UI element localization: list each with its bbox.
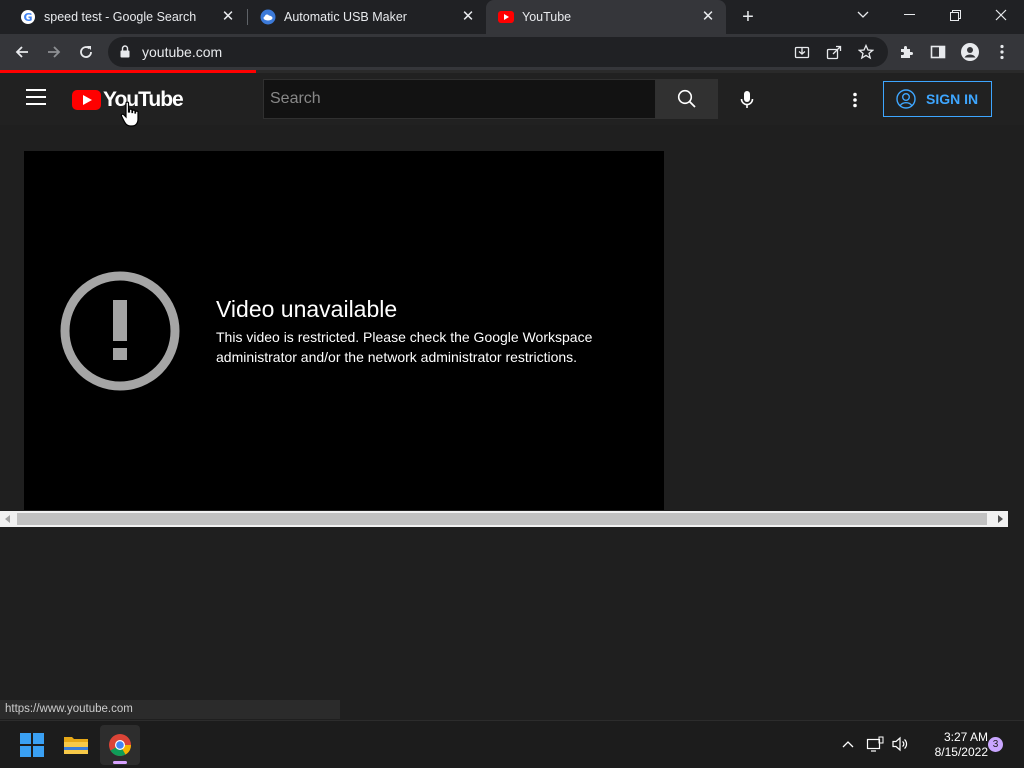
- new-tab-button[interactable]: +: [736, 5, 760, 29]
- system-clock[interactable]: 3:27 AM 8/15/2022: [912, 730, 988, 760]
- network-icon[interactable]: [864, 733, 886, 755]
- tab-automatic-usb-maker[interactable]: Automatic USB Maker ✕: [240, 0, 486, 34]
- status-bubble-url: https://www.youtube.com: [0, 700, 340, 719]
- video-player[interactable]: Video unavailable This video is restrict…: [24, 151, 664, 510]
- error-message: This video is restricted. Please check t…: [216, 329, 593, 365]
- search-input[interactable]: [264, 80, 655, 118]
- cloud-icon: [260, 9, 276, 25]
- close-tab-icon[interactable]: ✕: [700, 9, 716, 25]
- sign-in-label: SIGN IN: [926, 91, 979, 107]
- browser-menu-icon[interactable]: [988, 38, 1016, 66]
- start-button[interactable]: [12, 725, 52, 765]
- side-panel-icon[interactable]: [924, 38, 952, 66]
- clock-time: 3:27 AM: [943, 730, 988, 744]
- search-box[interactable]: [263, 79, 656, 119]
- close-tab-icon[interactable]: ✕: [220, 9, 236, 25]
- sign-in-button[interactable]: SIGN IN: [883, 81, 992, 117]
- tab-title: YouTube: [522, 10, 572, 24]
- guide-menu-icon[interactable]: [26, 89, 46, 109]
- lock-icon[interactable]: [120, 45, 130, 63]
- restore-icon[interactable]: [932, 0, 978, 30]
- scroll-left-icon[interactable]: [0, 511, 16, 527]
- clock-date: 8/15/2022: [934, 745, 988, 759]
- share-icon[interactable]: [824, 42, 844, 62]
- search-icon: [677, 89, 696, 108]
- folder-icon: [64, 737, 88, 754]
- url-text[interactable]: youtube.com: [142, 44, 222, 60]
- horizontal-scrollbar[interactable]: [0, 511, 1008, 527]
- bookmark-star-icon[interactable]: [856, 42, 876, 62]
- tab-title: Automatic USB Maker: [284, 10, 407, 24]
- tab-youtube[interactable]: YouTube ✕: [486, 0, 726, 34]
- address-bar[interactable]: youtube.com: [108, 37, 888, 67]
- scroll-right-icon[interactable]: [992, 511, 1008, 527]
- chrome-icon: [109, 734, 131, 756]
- chrome-taskbar-button[interactable]: [100, 725, 140, 765]
- youtube-icon: [498, 9, 514, 25]
- youtube-play-icon: [72, 90, 101, 110]
- windows-logo-icon: [20, 733, 44, 757]
- settings-menu-icon[interactable]: [843, 86, 867, 114]
- tab-google-search[interactable]: G speed test - Google Search ✕: [0, 0, 246, 34]
- minimize-icon[interactable]: [886, 0, 932, 30]
- error-title: Video unavailable: [216, 296, 398, 322]
- voice-search-icon[interactable]: [733, 86, 761, 114]
- notification-badge[interactable]: 3: [988, 737, 1003, 752]
- windows-taskbar: 3:27 AM 8/15/2022 3: [0, 720, 1024, 768]
- tab-search-icon[interactable]: [840, 0, 886, 30]
- tab-strip: G speed test - Google Search ✕ Automatic…: [0, 0, 1024, 34]
- svg-text:G: G: [23, 11, 32, 24]
- extensions-icon[interactable]: [892, 38, 920, 66]
- volume-icon[interactable]: [889, 733, 911, 755]
- close-window-icon[interactable]: [978, 0, 1024, 30]
- browser-toolbar: youtube.com: [0, 34, 1024, 70]
- back-icon[interactable]: [8, 38, 36, 66]
- close-tab-icon[interactable]: ✕: [460, 9, 476, 25]
- forward-icon[interactable]: [40, 38, 68, 66]
- search-button[interactable]: [656, 79, 718, 119]
- install-icon[interactable]: [792, 42, 812, 62]
- google-icon: G: [20, 9, 36, 25]
- alert-icon: [60, 271, 180, 391]
- hand-cursor-icon: [120, 101, 139, 127]
- youtube-masthead: YouTube SIGN IN: [0, 73, 1024, 125]
- tab-title: speed test - Google Search: [44, 10, 197, 24]
- active-app-indicator: [113, 761, 127, 764]
- scrollbar-thumb[interactable]: [17, 513, 987, 525]
- profile-icon[interactable]: [956, 38, 984, 66]
- youtube-logo-text: YouTube: [103, 88, 184, 111]
- reload-icon[interactable]: [72, 38, 100, 66]
- account-icon: [896, 89, 916, 109]
- show-hidden-icons-icon[interactable]: [837, 733, 859, 755]
- file-explorer-button[interactable]: [56, 725, 96, 765]
